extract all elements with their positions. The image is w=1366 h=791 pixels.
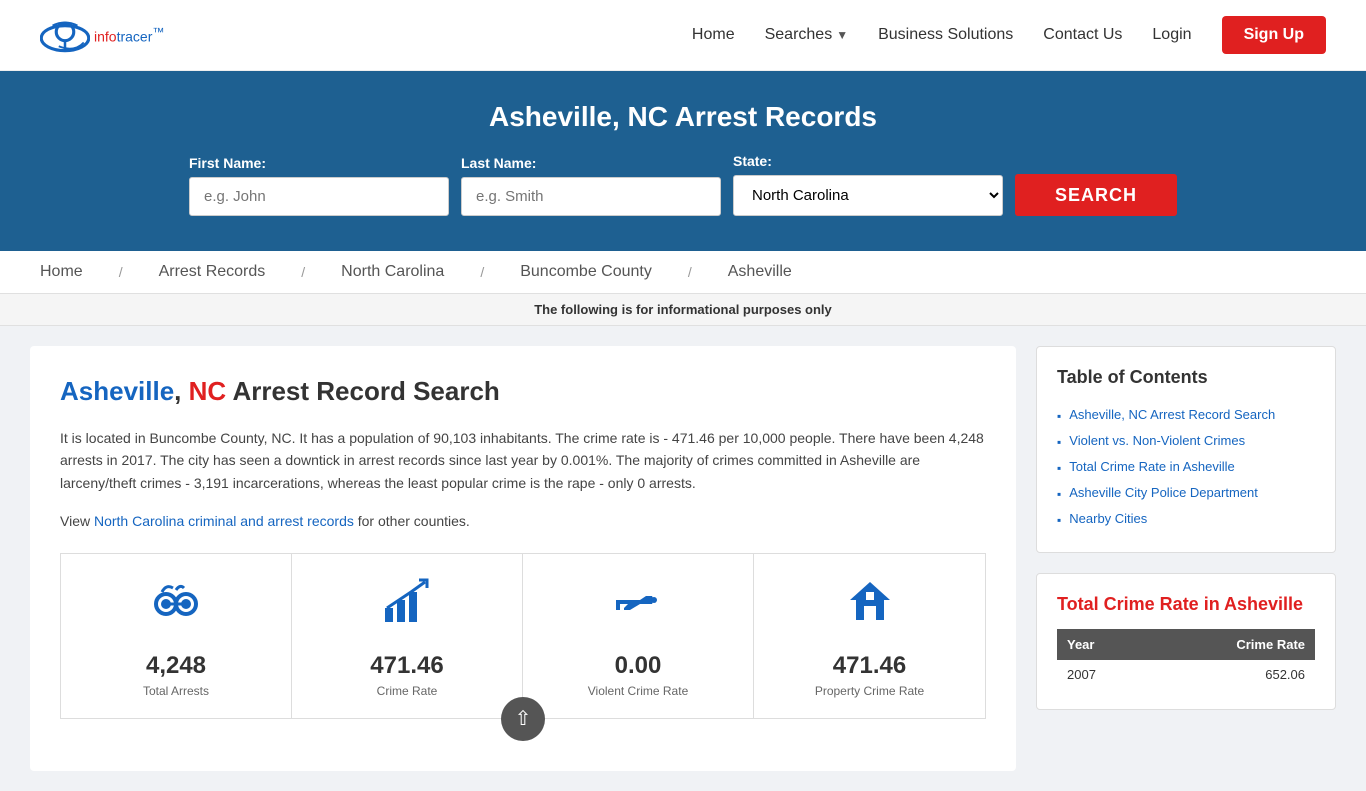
logo-tracer: tracer	[117, 29, 153, 45]
breadcrumb-north-carolina[interactable]: North Carolina	[341, 263, 444, 281]
heading-state: NC	[189, 376, 227, 406]
breadcrumb-sep1: /	[119, 264, 123, 280]
breadcrumb-buncombe-county[interactable]: Buncombe County	[520, 263, 652, 281]
for-counties-text: for other counties.	[354, 513, 470, 529]
hero-section: Asheville, NC Arrest Records First Name:…	[0, 71, 1366, 251]
stat-property-crime-label: Property Crime Rate	[815, 684, 924, 698]
search-button[interactable]: SEARCH	[1015, 174, 1177, 216]
breadcrumb-asheville[interactable]: Asheville	[728, 263, 792, 281]
stat-violent-crime: 0.00 Violent Crime Rate	[523, 554, 754, 718]
last-name-label: Last Name:	[461, 155, 721, 171]
sidebar: Table of Contents Asheville, NC Arrest R…	[1036, 346, 1336, 710]
nav-searches[interactable]: Searches ▼	[765, 26, 848, 44]
view-text: View	[60, 513, 94, 529]
disclaimer-bar: The following is for informational purpo…	[0, 294, 1366, 326]
stat-violent-crime-label: Violent Crime Rate	[588, 684, 689, 698]
breadcrumb-home[interactable]: Home	[40, 263, 83, 281]
toc-list: Asheville, NC Arrest Record Search Viole…	[1057, 402, 1315, 532]
toc-item: Nearby Cities	[1057, 506, 1315, 532]
crime-table-row: 2007 652.06	[1057, 660, 1315, 689]
scroll-top-button[interactable]: ⇧	[501, 697, 545, 741]
year-column-header: Year	[1057, 629, 1149, 660]
heading-rest: Arrest Record Search	[226, 376, 500, 406]
breadcrumb: Home / Arrest Records / North Carolina /…	[0, 251, 1366, 294]
content-heading: Asheville, NC Arrest Record Search	[60, 376, 986, 407]
last-name-group: Last Name:	[461, 155, 721, 216]
stat-violent-crime-value: 0.00	[615, 652, 662, 680]
breadcrumb-sep3: /	[480, 264, 484, 280]
stat-arrests-value: 4,248	[146, 652, 206, 680]
toc-link-police-department[interactable]: Asheville City Police Department	[1069, 485, 1258, 500]
main-content: Asheville, NC Arrest Record Search It is…	[30, 346, 1016, 771]
disclaimer-text: The following is for informational purpo…	[534, 302, 832, 317]
toc-item: Violent vs. Non-Violent Crimes	[1057, 428, 1315, 454]
toc-link-nearby-cities[interactable]: Nearby Cities	[1069, 511, 1147, 526]
first-name-label: First Name:	[189, 155, 449, 171]
breadcrumb-arrest-records[interactable]: Arrest Records	[159, 263, 266, 281]
toc-link-violent-vs-nonviolent[interactable]: Violent vs. Non-Violent Crimes	[1069, 433, 1245, 448]
nc-link[interactable]: North Carolina criminal and arrest recor…	[94, 513, 354, 529]
signup-button[interactable]: Sign Up	[1222, 16, 1326, 54]
crime-table-rate: 652.06	[1149, 660, 1315, 689]
stat-property-crime: 471.46 Property Crime Rate	[754, 554, 985, 718]
first-name-input[interactable]	[189, 177, 449, 216]
logo-info: info	[94, 29, 117, 45]
gun-icon	[610, 574, 666, 642]
hero-title: Asheville, NC Arrest Records	[40, 101, 1326, 133]
crime-rate-table: Year Crime Rate 2007 652.06	[1057, 629, 1315, 689]
state-label: State:	[733, 153, 1003, 169]
logo-tm: ™	[152, 25, 164, 39]
toc-item: Asheville, NC Arrest Record Search	[1057, 402, 1315, 428]
state-select[interactable]: North Carolina Alabama Alaska Arizona Ca…	[733, 175, 1003, 216]
stat-arrests-label: Total Arrests	[143, 684, 209, 698]
handcuffs-icon	[148, 574, 204, 642]
logo: infotracer™	[40, 10, 164, 60]
crime-table-header-row: Year Crime Rate	[1057, 629, 1315, 660]
state-group: State: North Carolina Alabama Alaska Ari…	[733, 153, 1003, 216]
heading-comma: ,	[174, 376, 188, 406]
chart-icon	[379, 574, 435, 642]
searches-dropdown-arrow: ▼	[836, 28, 848, 42]
crime-table-body: 2007 652.06	[1057, 660, 1315, 689]
breadcrumb-sep2: /	[301, 264, 305, 280]
crime-rate-column-header: Crime Rate	[1149, 629, 1315, 660]
crime-rate-box: Total Crime Rate in Asheville Year Crime…	[1036, 573, 1336, 710]
stats-grid: 4,248 Total Arrests 471.46 Crime Rate	[60, 553, 986, 719]
stat-arrests: 4,248 Total Arrests	[61, 554, 292, 718]
house-icon	[842, 574, 898, 642]
nav-home[interactable]: Home	[692, 26, 735, 44]
logo-text: infotracer™	[94, 25, 164, 45]
last-name-input[interactable]	[461, 177, 721, 216]
crime-rate-heading: Total Crime Rate in Asheville	[1057, 594, 1315, 615]
nav-business-solutions[interactable]: Business Solutions	[878, 26, 1013, 44]
toc-link-total-crime-rate[interactable]: Total Crime Rate in Asheville	[1069, 459, 1234, 474]
stat-crime-rate-value: 471.46	[370, 652, 443, 680]
login-button[interactable]: Login	[1152, 26, 1191, 44]
first-name-group: First Name:	[189, 155, 449, 216]
stat-crime-rate: 471.46 Crime Rate	[292, 554, 523, 718]
logo-icon	[40, 10, 90, 60]
toc-heading: Table of Contents	[1057, 367, 1315, 388]
crime-table-year: 2007	[1057, 660, 1149, 689]
main-layout: Asheville, NC Arrest Record Search It is…	[0, 326, 1366, 791]
content-view-link-para: View North Carolina criminal and arrest …	[60, 510, 986, 532]
toc-link-arrest-record-search[interactable]: Asheville, NC Arrest Record Search	[1069, 407, 1275, 422]
main-nav: Home Searches ▼ Business Solutions Conta…	[692, 16, 1326, 54]
stat-property-crime-value: 471.46	[833, 652, 906, 680]
toc-item: Total Crime Rate in Asheville	[1057, 454, 1315, 480]
breadcrumb-sep4: /	[688, 264, 692, 280]
toc-box: Table of Contents Asheville, NC Arrest R…	[1036, 346, 1336, 553]
heading-city: Asheville	[60, 376, 174, 406]
toc-item: Asheville City Police Department	[1057, 480, 1315, 506]
search-form: First Name: Last Name: State: North Caro…	[40, 153, 1326, 216]
header: infotracer™ Home Searches ▼ Business Sol…	[0, 0, 1366, 71]
stat-crime-rate-label: Crime Rate	[377, 684, 438, 698]
nav-contact-us[interactable]: Contact Us	[1043, 26, 1122, 44]
content-description: It is located in Buncombe County, NC. It…	[60, 427, 986, 494]
